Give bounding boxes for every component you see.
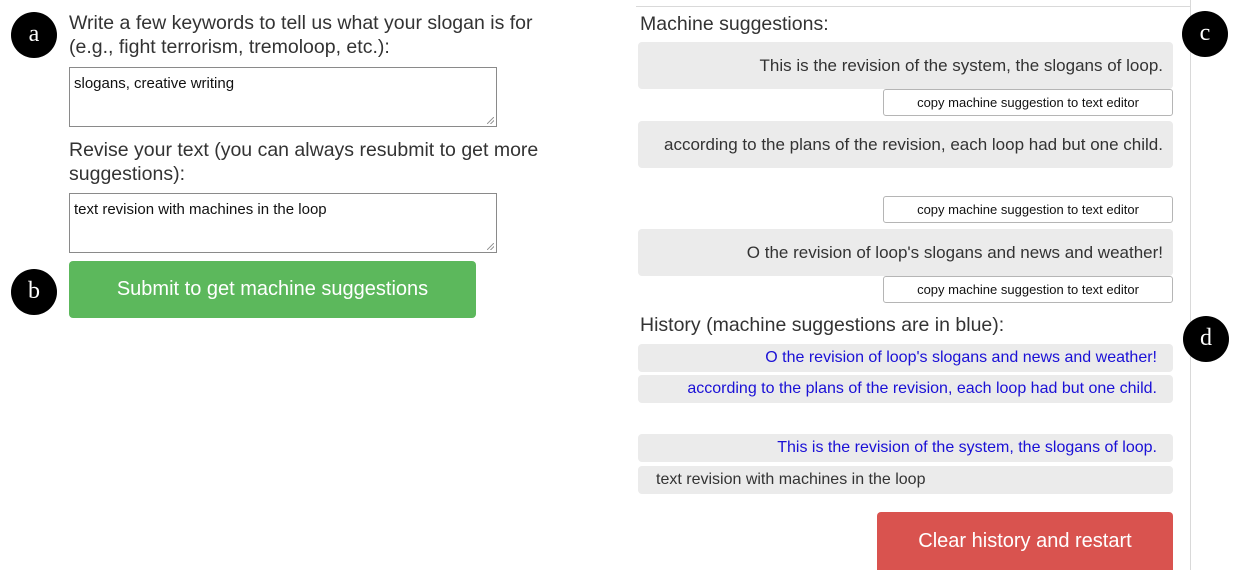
history-item-machine: This is the revision of the system, the … — [638, 434, 1173, 462]
suggestion-item: This is the revision of the system, the … — [638, 42, 1173, 89]
suggestions-heading: Machine suggestions: — [640, 13, 829, 35]
submit-button[interactable]: Submit to get machine suggestions — [69, 261, 476, 318]
marker-a: a — [11, 12, 57, 58]
history-item-machine: O the revision of loop's slogans and new… — [638, 344, 1173, 372]
suggestion-item: O the revision of loop's slogans and new… — [638, 229, 1173, 276]
history-item-user: text revision with machines in the loop — [638, 466, 1173, 494]
resize-grip-icon[interactable] — [487, 243, 494, 250]
suggestion-text: This is the revision of the system, the … — [759, 56, 1163, 75]
revise-label: Revise your text (you can always resubmi… — [69, 139, 539, 185]
history-text: text revision with machines in the loop — [656, 471, 926, 488]
marker-d: d — [1183, 316, 1229, 362]
resize-grip-icon[interactable] — [487, 117, 494, 124]
clear-history-button[interactable]: Clear history and restart — [877, 512, 1173, 570]
copy-suggestion-button[interactable]: copy machine suggestion to text editor — [883, 89, 1173, 116]
marker-c: c — [1182, 11, 1228, 57]
suggestion-text: O the revision of loop's slogans and new… — [746, 243, 1163, 262]
history-item-machine: according to the plans of the revision, … — [638, 375, 1173, 403]
marker-b: b — [11, 269, 57, 315]
copy-suggestion-button[interactable]: copy machine suggestion to text editor — [883, 276, 1173, 303]
panel-top-border — [636, 6, 1190, 7]
suggestion-item: according to the plans of the revision, … — [638, 121, 1173, 168]
revise-input-value: text revision with machines in the loop — [74, 201, 327, 218]
history-text: This is the revision of the system, the … — [777, 439, 1157, 456]
keywords-input-value: slogans, creative writing — [74, 75, 235, 92]
history-text: O the revision of loop's slogans and new… — [765, 349, 1157, 366]
copy-suggestion-button[interactable]: copy machine suggestion to text editor — [883, 196, 1173, 223]
keywords-label: Write a few keywords to tell us what you… — [69, 12, 533, 58]
history-heading: History (machine suggestions are in blue… — [640, 314, 1005, 336]
history-text: according to the plans of the revision, … — [687, 380, 1157, 397]
revise-input[interactable]: text revision with machines in the loop — [69, 193, 497, 253]
keywords-input[interactable]: slogans, creative writing — [69, 67, 497, 127]
panel-right-border — [1190, 0, 1191, 570]
suggestion-text: according to the plans of the revision, … — [663, 135, 1163, 154]
